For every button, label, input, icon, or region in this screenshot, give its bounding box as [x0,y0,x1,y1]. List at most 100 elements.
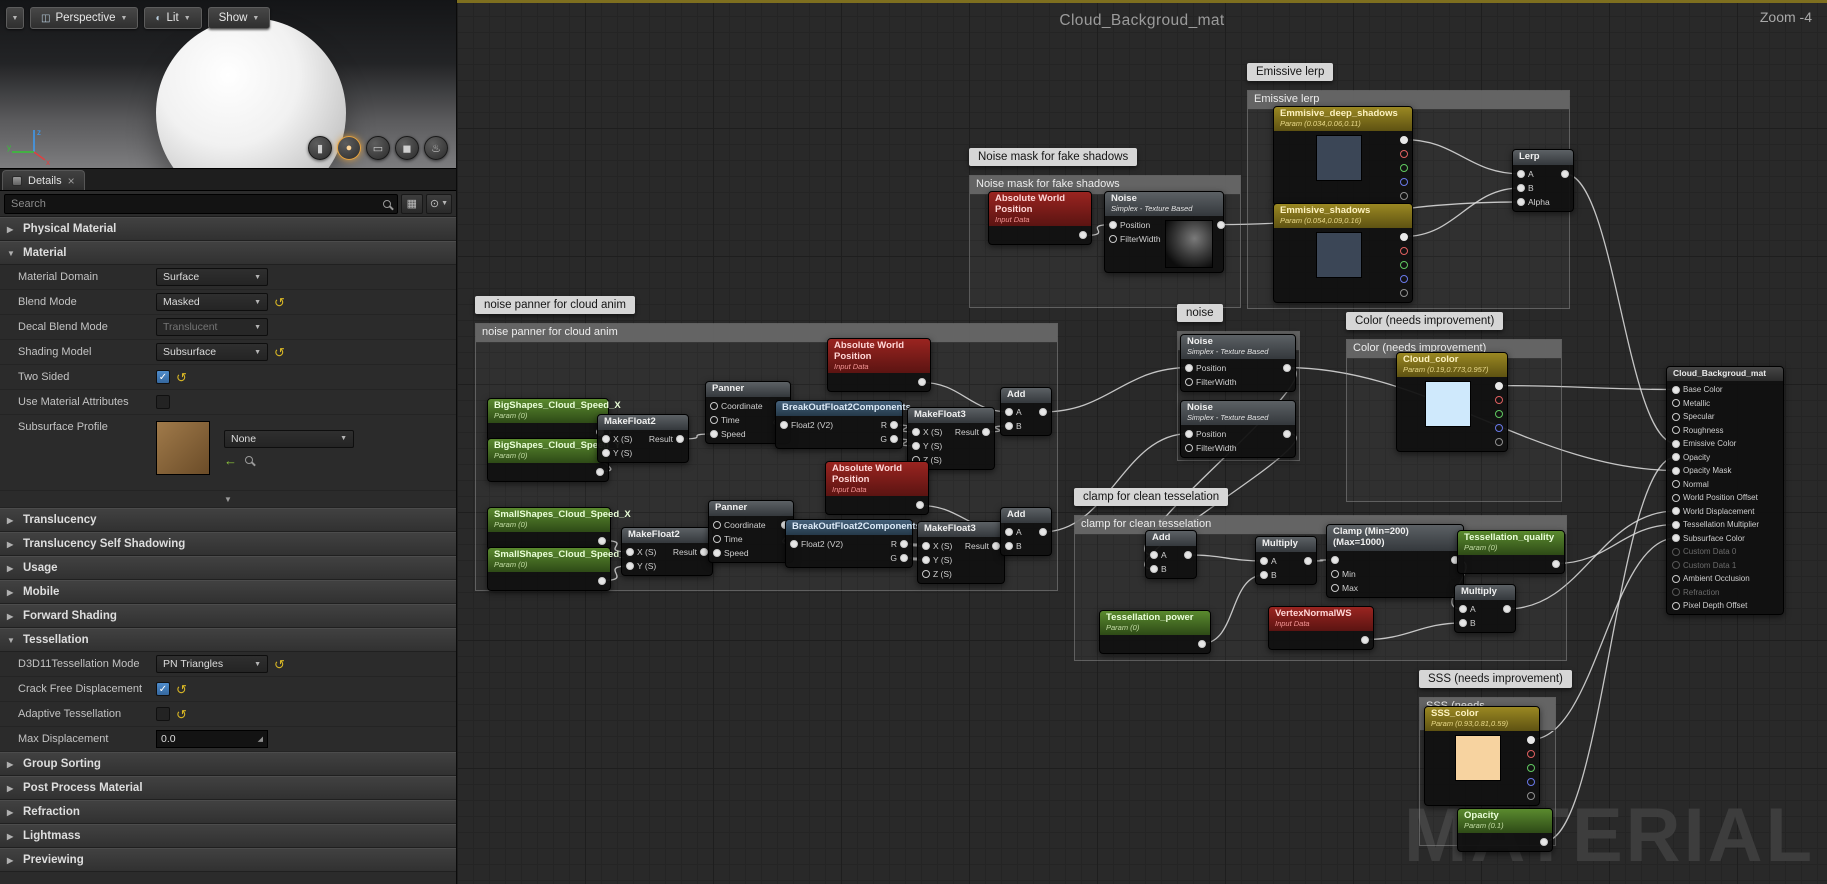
node-add1[interactable]: Add A B [1000,387,1052,436]
output-pin[interactable] [1216,220,1225,229]
show-button[interactable]: Show ▼ [207,7,271,29]
input-pin[interactable] [1672,574,1680,583]
input-pin[interactable] [1672,588,1680,597]
reset-to-default-icon[interactable]: ↺ [176,708,187,721]
output-pin[interactable] [676,434,684,443]
output-pin[interactable] [1495,423,1503,432]
output-pin[interactable] [918,378,926,387]
input-pin[interactable] [1185,363,1193,372]
show-advanced-expander[interactable]: ▼ [0,491,456,508]
node-sss[interactable]: SSS_color Param (0.93,0.81,0.59) [1424,706,1540,806]
input-pin[interactable] [1109,220,1117,229]
node-lerp1[interactable]: Lerp A B Alpha [1512,149,1574,212]
node-smallx[interactable]: SmallShapes_Cloud_Speed_X Param (0) [487,507,631,551]
input-pin[interactable] [922,555,930,564]
lit-button[interactable]: ◐ Lit ▼ [144,7,202,29]
use-material-attributes-checkbox[interactable] [156,395,170,409]
perspective-button[interactable]: ◫ Perspective ▼ [30,7,139,29]
comment-bubble[interactable]: Noise mask for fake shadows [969,148,1138,166]
output-pin[interactable] [1400,246,1408,255]
two-sided-checkbox[interactable]: ✓ [156,370,170,384]
input-pin[interactable] [912,427,920,436]
output-pin[interactable] [916,501,924,510]
comment-bubble[interactable]: clamp for clean tesselation [1074,488,1229,506]
section-tessellation[interactable]: ▼ Tessellation [0,628,456,652]
node-smally[interactable]: SmallShapes_Cloud_Speed_Y Param (0) [487,547,631,591]
input-pin[interactable] [602,448,610,457]
node-tpower[interactable]: Tessellation_power Param (0) [1099,610,1211,654]
input-pin[interactable] [710,429,718,438]
output-pin[interactable] [982,427,990,436]
output-pin[interactable] [1495,409,1503,418]
node-mat[interactable]: Cloud_Backgroud_mat Base Color Metallic Spe… [1666,366,1784,616]
close-icon[interactable]: × [68,175,75,187]
output-pin[interactable] [598,536,606,545]
output-pin[interactable] [900,539,908,548]
output-pin[interactable] [596,467,604,476]
shading-model-dropdown[interactable]: Subsurface ▼ [156,343,268,361]
material-graph[interactable]: MATERIAL noise panner for cloud anim nois… [457,0,1827,884]
viewport-preview[interactable]: ▼ ◫ Perspective ▼ ◐ Lit ▼ Show ▼ z y x ▮ ● ▭ ◼ ♨ [0,0,456,169]
node-noise4[interactable]: Noise Simplex - Texture Based Position Filt… [1180,400,1296,458]
preview-shape-sphere-button[interactable]: ● [337,136,361,160]
output-pin[interactable] [1527,735,1535,744]
node-deep[interactable]: Emmisive_deep_shadows Param (0.034,0.06,0… [1273,106,1413,206]
node-add2[interactable]: Add A B [1000,507,1052,556]
input-pin[interactable] [1517,169,1525,178]
output-pin[interactable] [1552,559,1560,568]
node-tquality[interactable]: Tessellation_quality Param (0) [1457,530,1565,574]
section-material[interactable]: ▼ Material [0,241,456,265]
input-pin[interactable] [1517,197,1525,206]
use-selected-asset-icon[interactable]: ← [224,454,237,467]
input-pin[interactable] [1005,527,1013,536]
node-bigy[interactable]: BigShapes_Cloud_Speed_Y Param (0) [487,438,621,482]
input-pin[interactable] [1459,604,1467,613]
section-forward-shading[interactable]: ▶ Forward Shading [0,604,456,628]
output-pin[interactable] [700,547,708,556]
output-pin[interactable] [1540,837,1548,846]
input-pin[interactable] [1672,547,1680,556]
input-pin[interactable] [1459,618,1467,627]
node-awp3[interactable]: Absolute World Position Input Data [825,461,929,516]
input-pin[interactable] [912,441,920,450]
output-pin[interactable] [1527,791,1535,800]
output-pin[interactable] [1361,635,1369,644]
output-pin[interactable] [1400,149,1408,158]
input-pin[interactable] [1331,555,1339,564]
comment-header[interactable]: noise panner for cloud anim [476,324,1057,343]
input-pin[interactable] [1331,583,1339,592]
reset-to-default-icon[interactable]: ↺ [176,683,187,696]
input-pin[interactable] [710,401,718,410]
output-pin[interactable] [1400,232,1408,241]
input-pin[interactable] [1517,183,1525,192]
node-mf3b[interactable]: MakeFloat3 X (S) Y (S) Z (S) Result [917,521,1005,584]
input-pin[interactable] [1260,556,1268,565]
node-mf2b[interactable]: MakeFloat2 X (S) Y (S) Result [621,527,713,576]
output-pin[interactable] [1079,231,1087,240]
input-pin[interactable] [1672,453,1680,462]
node-add3[interactable]: Add A B [1145,530,1197,579]
input-pin[interactable] [713,548,721,557]
reset-to-default-icon[interactable]: ↺ [274,346,285,359]
input-pin[interactable] [1672,399,1680,408]
output-pin[interactable] [1184,550,1192,559]
comment-bubble[interactable]: Emissive lerp [1247,63,1334,81]
input-pin[interactable] [1109,234,1117,243]
blend-mode-dropdown[interactable]: Masked ▼ [156,293,268,311]
section-lightmass[interactable]: ▶ Lightmass [0,824,456,848]
output-pin[interactable] [1495,395,1503,404]
input-pin[interactable] [1005,421,1013,430]
subsurface-profile-thumbnail[interactable] [156,421,210,475]
comment-bubble[interactable]: SSS (needs improvement) [1419,670,1572,688]
node-awp2[interactable]: Absolute World Position Input Data [827,338,931,393]
section-post-process-material[interactable]: ▶ Post Process Material [0,776,456,800]
preview-shape-cube-button[interactable]: ◼ [395,136,419,160]
input-pin[interactable] [1185,377,1193,386]
output-pin[interactable] [1039,407,1047,416]
reset-to-default-icon[interactable]: ↺ [274,296,285,309]
input-pin[interactable] [1672,426,1680,435]
output-pin[interactable] [1304,556,1312,565]
input-pin[interactable] [790,539,798,548]
output-pin[interactable] [1198,639,1206,648]
node-vnws[interactable]: VertexNormalWS Input Data [1268,606,1374,650]
